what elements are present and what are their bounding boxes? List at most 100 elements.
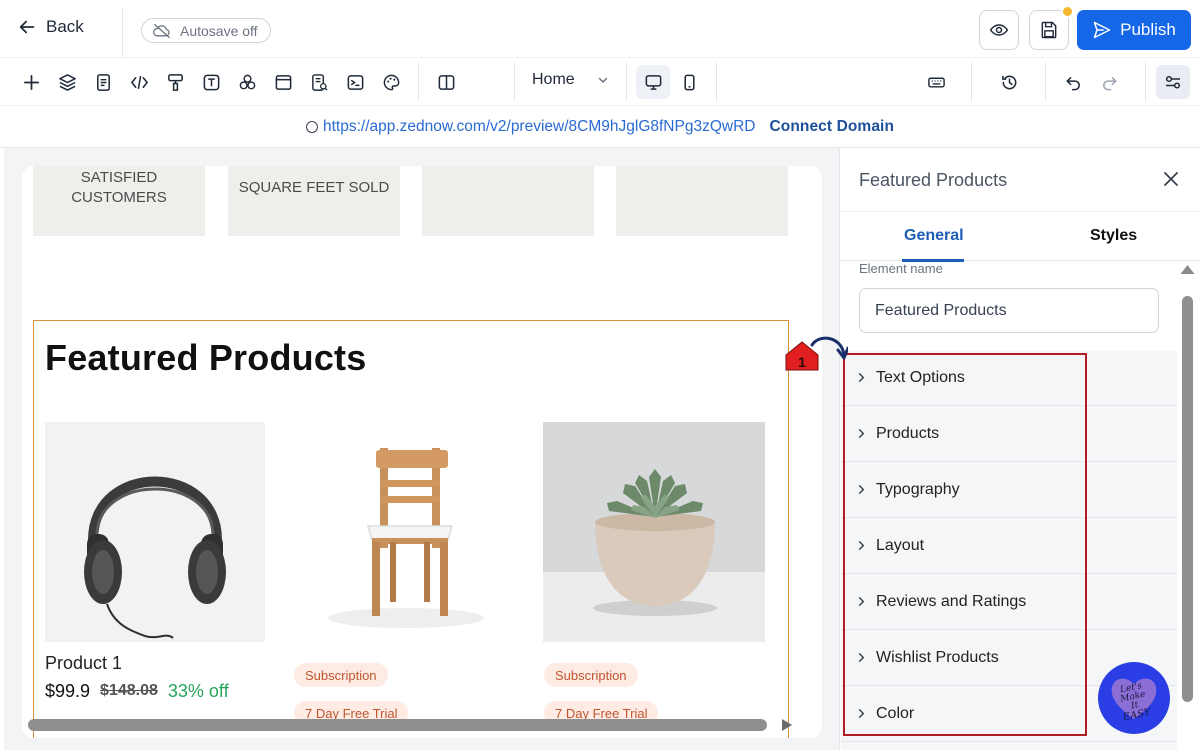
chevron-right-icon xyxy=(858,541,865,550)
save-button[interactable] xyxy=(1029,5,1074,50)
canvas-horizontal-scroll-thumb[interactable] xyxy=(28,719,767,731)
sections-button[interactable] xyxy=(272,71,294,93)
send-icon xyxy=(1093,21,1111,39)
redo-button[interactable] xyxy=(1098,71,1120,93)
autosave-label: Autosave off xyxy=(180,22,258,39)
redo-icon xyxy=(1102,76,1117,90)
components-button[interactable] xyxy=(236,71,258,93)
keyboard-shortcuts-button[interactable] xyxy=(925,71,947,93)
stat-card[interactable] xyxy=(616,166,788,236)
featured-products-section[interactable]: Featured Products Product 1 $99.9 $148.0… xyxy=(33,320,789,738)
window-icon xyxy=(275,74,291,90)
text-button[interactable] xyxy=(200,71,222,93)
page-selector[interactable]: Home xyxy=(532,71,609,89)
document-icon xyxy=(96,73,110,91)
step-number: 1 xyxy=(798,354,806,370)
accordion-item-typography[interactable]: Typography xyxy=(841,462,1177,518)
divider xyxy=(716,62,717,102)
history-button[interactable] xyxy=(998,71,1020,93)
publish-button[interactable]: Publish xyxy=(1077,10,1191,50)
product-image-chair[interactable] xyxy=(294,422,514,642)
preview-url[interactable]: https://app.zednow.com/v2/preview/8CM9hJ… xyxy=(305,118,755,136)
stat-card[interactable]: SATISFIED CUSTOMERS xyxy=(33,166,205,236)
stat-card[interactable]: SQUARE FEET SOLD xyxy=(228,166,400,236)
product-compare-price: $148.08 xyxy=(100,682,158,699)
pages-button[interactable] xyxy=(92,71,114,93)
preview-button[interactable] xyxy=(979,10,1019,50)
editor-toolbar: Home xyxy=(0,58,1200,106)
split-view-button[interactable] xyxy=(435,71,457,93)
product-name[interactable]: Product 1 xyxy=(45,653,122,674)
product-image-headphones[interactable] xyxy=(45,422,265,642)
panel-scroll-thumb[interactable] xyxy=(1182,296,1193,702)
canvas-vertical-scrollbar[interactable] xyxy=(818,166,822,738)
chevron-down-icon xyxy=(598,77,607,84)
divider xyxy=(626,62,627,102)
back-button[interactable]: Back xyxy=(18,17,84,37)
autosave-toggle[interactable]: Autosave off xyxy=(141,18,271,43)
product-price: $99.9 xyxy=(45,681,91,701)
back-label: Back xyxy=(46,17,84,36)
code-button[interactable] xyxy=(128,71,150,93)
plus-icon xyxy=(23,74,39,90)
panel-title: Featured Products xyxy=(859,170,1008,190)
product-discount: 33% off xyxy=(167,681,229,701)
accordion-item-label: Color xyxy=(876,704,915,722)
accordion-item-layout[interactable]: Layout xyxy=(841,518,1177,574)
tab-general[interactable]: General xyxy=(904,227,964,245)
publish-label: Publish xyxy=(1120,20,1176,39)
smartphone-icon xyxy=(683,74,695,90)
monitor-icon xyxy=(645,74,661,90)
preview-url-bar: https://app.zednow.com/v2/preview/8CM9hJ… xyxy=(0,106,1200,148)
desktop-view-button[interactable] xyxy=(636,65,670,99)
close-icon[interactable] xyxy=(1160,168,1182,190)
lets-make-it-easy-logo: Let's Make It EASY xyxy=(1098,662,1170,734)
chevron-right-icon xyxy=(858,709,865,718)
chevron-right-icon xyxy=(858,653,865,662)
add-element-button[interactable] xyxy=(20,71,42,93)
element-name-label: Element name xyxy=(859,261,943,276)
terminal-icon xyxy=(347,74,363,90)
theme-button[interactable] xyxy=(380,71,402,93)
stat-card[interactable] xyxy=(422,166,594,236)
page-selector-value: Home xyxy=(532,71,575,88)
tab-styles[interactable]: Styles xyxy=(1090,227,1137,245)
divider xyxy=(1045,62,1046,102)
accordion-item-reviews-and-ratings[interactable]: Reviews and Ratings xyxy=(841,574,1177,630)
chevron-right-icon xyxy=(858,429,865,438)
undo-button[interactable] xyxy=(1062,71,1084,93)
divider xyxy=(122,8,123,58)
page-canvas: SATISFIED CUSTOMERS SQUARE FEET SOLD Fea… xyxy=(22,166,822,738)
heart-icon: Let's Make It EASY xyxy=(1109,675,1159,723)
mobile-view-button[interactable] xyxy=(672,65,706,99)
layers-icon xyxy=(58,73,76,91)
accordion-item-label: Typography xyxy=(876,480,960,498)
subscription-badge: Subscription xyxy=(544,663,638,687)
form-button[interactable] xyxy=(308,71,330,93)
headphones-illustration xyxy=(84,476,226,639)
terminal-button[interactable] xyxy=(344,71,366,93)
accordion-item-label: Reviews and Ratings xyxy=(876,592,1027,610)
settings-panel-button[interactable] xyxy=(1156,65,1190,99)
shapes-icon xyxy=(239,74,255,89)
globe-icon xyxy=(305,120,318,133)
paint-button[interactable] xyxy=(164,71,186,93)
columns-icon xyxy=(438,74,454,90)
layers-button[interactable] xyxy=(56,71,78,93)
divider xyxy=(514,62,515,102)
product-price-row: $99.9 $148.08 33% off xyxy=(45,681,229,702)
accordion-item-products[interactable]: Products xyxy=(841,406,1177,462)
paint-roller-icon xyxy=(167,73,183,91)
product-image-succulent[interactable] xyxy=(543,422,765,642)
form-search-icon xyxy=(311,73,328,91)
chevron-right-icon xyxy=(858,597,865,606)
connect-domain-link[interactable]: Connect Domain xyxy=(769,118,894,136)
element-name-input[interactable]: Featured Products xyxy=(859,288,1159,333)
panel-tabs: General Styles xyxy=(840,211,1200,262)
accordion-item-text-options[interactable]: Text Options xyxy=(841,350,1177,406)
arrow-left-icon xyxy=(19,20,35,34)
history-icon xyxy=(1001,75,1016,89)
accordion-item-label: Wishlist Products xyxy=(876,648,999,666)
save-icon xyxy=(1041,21,1057,39)
code-icon xyxy=(130,75,148,89)
